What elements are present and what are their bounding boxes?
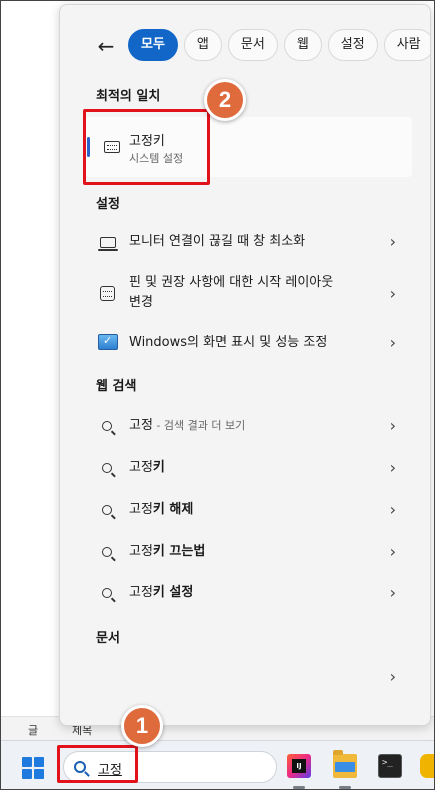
document-result-item[interactable]: › [84,665,412,689]
settings-item-label-line1: 핀 및 권장 사항에 대한 시작 레이아웃 [129,275,334,290]
web-result-text: 고정 [129,544,153,559]
web-result-bold: 키 해제 [152,502,194,517]
intellij-icon[interactable] [287,754,311,778]
chevron-right-icon: › [389,500,396,519]
file-explorer-icon[interactable] [333,750,357,778]
background-text: 글 [28,724,39,737]
settings-item-performance[interactable]: Windows의 화면 표시 및 성능 조정 › [84,330,412,356]
step-badge-2: 2 [204,79,246,121]
web-result-text: 고정 [129,418,153,433]
start-layout-icon [100,286,115,301]
settings-item-start-layout[interactable]: 핀 및 권장 사항에 대한 시작 레이아웃 변경 › [84,271,412,315]
filter-documents[interactable]: 문서 [227,29,278,61]
running-indicator [339,786,351,789]
web-result-label: 고정키 끄는법 [129,542,205,562]
web-result-bold: 키 [152,460,165,475]
chevron-right-icon: › [389,583,396,602]
web-result-label: 고정 - 검색 결과 더 보기 [129,416,245,436]
chevron-right-icon: › [389,458,396,477]
highlight-box-best-match [83,109,210,185]
filter-bar: ← 모두 앱 문서 웹 설정 사람 [60,29,430,65]
web-result-item[interactable]: 고정키 끄는법 › [84,540,412,564]
filter-all[interactable]: 모두 [128,29,178,61]
settings-heading: 설정 [96,197,120,212]
windows-start-icon[interactable] [22,757,44,779]
web-result-label: 고정키 해제 [129,500,193,520]
chevron-right-icon: › [389,667,396,686]
settings-item-label: 모니터 연결이 끊길 때 창 최소화 [129,234,306,249]
chevron-right-icon: › [389,284,396,303]
performance-options-icon [98,334,118,350]
app-icon[interactable] [420,754,434,778]
back-arrow-icon[interactable]: ← [94,35,118,59]
running-indicator [293,786,305,789]
filter-web[interactable]: 웹 [283,29,322,61]
web-result-item[interactable]: 고정키 해제 › [84,498,412,522]
settings-item-label: 핀 및 권장 사항에 대한 시작 레이아웃 변경 [129,273,333,313]
web-result-hint: - 검색 결과 더 보기 [152,419,246,432]
chevron-right-icon: › [389,333,396,352]
settings-item-minimize-windows[interactable]: 모니터 연결이 끊길 때 창 최소화 › [84,229,412,255]
web-result-text: 고정 [129,460,153,475]
web-result-item[interactable]: 고정키 설정 › [84,581,412,605]
web-result-text: 고정 [129,585,153,600]
web-result-bold: 키 끄는법 [152,544,206,559]
web-result-text: 고정 [129,502,153,517]
chevron-right-icon: › [389,416,396,435]
chevron-right-icon: › [389,232,396,251]
search-icon [102,421,112,431]
settings-item-label-line2: 변경 [129,295,153,310]
settings-item-label: Windows의 화면 표시 및 성능 조정 [129,335,328,350]
highlight-box-search [57,745,138,783]
filter-apps[interactable]: 앱 [183,29,222,61]
step-badge-1: 1 [121,705,163,747]
web-result-bold: 키 설정 [152,585,194,600]
web-result-label: 고정키 설정 [129,583,193,603]
web-result-item[interactable]: 고정키 › [84,456,412,480]
chevron-right-icon: › [389,542,396,561]
terminal-icon[interactable] [378,754,402,778]
search-icon [102,463,112,473]
web-result-item[interactable]: 고정 - 검색 결과 더 보기 › [84,414,412,438]
search-icon [102,588,112,598]
monitor-icon [98,237,118,251]
search-icon [102,505,112,515]
web-search-heading: 웹 검색 [96,379,137,394]
search-icon [102,547,112,557]
filter-people[interactable]: 사람 [383,29,430,61]
documents-heading: 문서 [96,631,120,646]
web-result-label: 고정키 [129,458,165,478]
filter-settings[interactable]: 설정 [327,29,378,61]
best-match-heading: 최적의 일치 [96,89,161,104]
